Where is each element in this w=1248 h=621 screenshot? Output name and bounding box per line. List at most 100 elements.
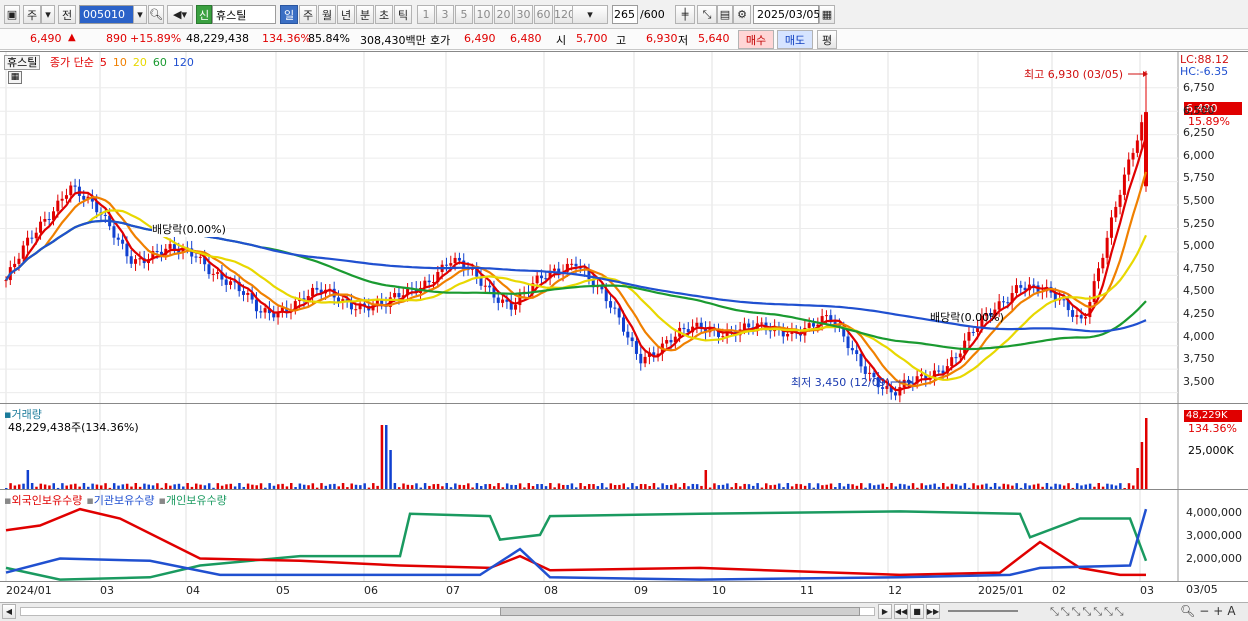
x-axis-label: 03: [1140, 584, 1154, 597]
stock-code-input[interactable]: 005010: [79, 5, 135, 24]
period-0-button[interactable]: 일: [280, 5, 298, 24]
volume-bar: [389, 450, 392, 490]
candle-body: [125, 243, 129, 257]
sell-button[interactable]: 매도: [777, 30, 813, 49]
scroll-bar[interactable]: ◀ ▶ ◀◀ ■ ▶▶ ⤡⤡⤡⤡⤡⤡⤡ 🔍︎−+A: [0, 602, 1248, 621]
average-button[interactable]: 평: [817, 30, 837, 49]
open-value: 5,700: [576, 32, 608, 45]
save-icon[interactable]: ▤: [717, 5, 733, 24]
candle-body: [634, 341, 638, 354]
candle-body: [626, 331, 630, 338]
stock-name-field[interactable]: 휴스틸: [212, 5, 276, 24]
gear-icon[interactable]: ⚙: [733, 5, 751, 24]
fast-forward-icon[interactable]: ▶▶: [926, 604, 940, 619]
candle-body: [39, 221, 43, 233]
x-axis-label: 10: [712, 584, 726, 597]
date-input[interactable]: 2025/03/05: [753, 5, 820, 24]
candle-body: [1075, 315, 1079, 317]
candle-body: [863, 366, 867, 374]
volume-bar: [26, 470, 30, 490]
candle-body: [254, 299, 258, 312]
price-y-tick: 6,500: [1183, 103, 1215, 117]
main-toolbar: ▣ 주 ▾ 전 005010 ▾ 🔍︎ ◀▾ 신 휴스틸 일주월년분초틱 135…: [0, 0, 1248, 29]
calendar-icon[interactable]: ▦: [819, 5, 835, 24]
interval-0-button[interactable]: 1: [417, 5, 435, 24]
zoom-controls-icon[interactable]: 🔍︎−+A: [1180, 604, 1240, 618]
candle-body: [669, 340, 673, 343]
interval-2-button[interactable]: 5: [455, 5, 473, 24]
candle-body: [894, 392, 898, 396]
period-4-button[interactable]: 분: [356, 5, 374, 24]
scroll-left-icon[interactable]: ◀: [2, 604, 16, 619]
holding-y-tick: 3,000,000: [1186, 529, 1242, 542]
interval-1-button[interactable]: 3: [436, 5, 454, 24]
custom-interval-dropdown[interactable]: ▾: [572, 5, 608, 24]
period-1-button[interactable]: 주: [299, 5, 317, 24]
search-icon[interactable]: 🔍︎: [148, 5, 164, 24]
period-6-button[interactable]: 틱: [394, 5, 412, 24]
interval-5-button[interactable]: 30: [514, 5, 533, 24]
candle-body: [850, 348, 854, 351]
new-badge: 신: [196, 5, 212, 24]
grid-icon[interactable]: ▦: [8, 71, 22, 84]
chart-type-icon[interactable]: ▣: [4, 5, 20, 24]
period-2-button[interactable]: 월: [318, 5, 336, 24]
market-dropdown-icon[interactable]: ▾: [41, 5, 55, 24]
rewind-icon[interactable]: ◀◀: [894, 604, 908, 619]
period-5-button[interactable]: 초: [375, 5, 393, 24]
stop-icon[interactable]: ■: [910, 604, 924, 619]
min-arrow-head: [908, 379, 913, 385]
tool-icon[interactable]: ⤡: [697, 5, 717, 24]
price-y-tick: 5,000: [1183, 239, 1215, 253]
candle-body: [444, 264, 448, 266]
interval-4-button[interactable]: 20: [494, 5, 513, 24]
candle-body: [1105, 237, 1109, 258]
price-value: 6,490: [30, 32, 62, 45]
stock-tag: 휴스틸: [4, 55, 41, 70]
candle-body: [1118, 194, 1122, 207]
volume-chart[interactable]: [0, 404, 1248, 490]
legend-item-2: 10: [112, 56, 127, 69]
drawing-tools-icon[interactable]: ⤡⤡⤡⤡⤡⤡⤡: [1050, 605, 1126, 619]
price-panel: 휴스틸 종가 단순 5 10 20 60 120 ▦ LC:88.12 HC:-6.35 …: [0, 51, 1248, 404]
candle-body: [824, 315, 828, 317]
candle-body: [259, 311, 263, 313]
price-y-tick: 5,250: [1183, 216, 1215, 230]
holding-legend-item-1: ▪기관보유수량: [86, 494, 154, 507]
price-y-tick: 5,500: [1183, 194, 1215, 207]
high-label: 고: [616, 34, 627, 47]
market-button[interactable]: 주: [23, 5, 41, 24]
legend-item-3: 20: [132, 56, 147, 69]
candle-body: [64, 195, 68, 199]
candle-body: [1019, 285, 1023, 288]
speed-slider[interactable]: [948, 610, 1018, 612]
holding-legend-item-0: ▪외국인보유수량: [4, 494, 82, 507]
scroll-right-icon[interactable]: ▶: [878, 604, 892, 619]
candle-body: [1140, 122, 1144, 141]
low-label: 저: [678, 34, 689, 47]
candle-body: [1062, 299, 1066, 301]
interval-6-button[interactable]: 60: [534, 5, 553, 24]
period-3-button[interactable]: 년: [337, 5, 355, 24]
min-note: 최저 3,450 (12/09): [791, 376, 891, 389]
count-input[interactable]: 265: [612, 5, 638, 24]
interval-3-button[interactable]: 10: [474, 5, 493, 24]
x-axis-label: 05: [276, 584, 290, 597]
volume-last-tag: 48,229K: [1184, 410, 1242, 422]
candle-body: [1097, 268, 1100, 282]
candle-body: [574, 263, 578, 267]
x-axis-label: 03: [100, 584, 114, 597]
change-pct: +15.89%: [130, 32, 182, 45]
candle-body: [354, 309, 358, 311]
candle-icon[interactable]: ╪: [675, 5, 695, 24]
code-dropdown-icon[interactable]: ▾: [133, 5, 147, 24]
volume-last-pct: 134.36%: [1188, 422, 1237, 435]
candle-body: [21, 245, 25, 259]
volume-tick: 25,000K: [1188, 444, 1234, 457]
speaker-icon[interactable]: ◀▾: [167, 5, 193, 24]
prev-button[interactable]: 전: [58, 5, 76, 24]
buy-button[interactable]: 매수: [738, 30, 774, 49]
candle-body: [552, 268, 556, 271]
scroll-thumb[interactable]: [500, 607, 860, 616]
candle-body: [570, 263, 574, 265]
